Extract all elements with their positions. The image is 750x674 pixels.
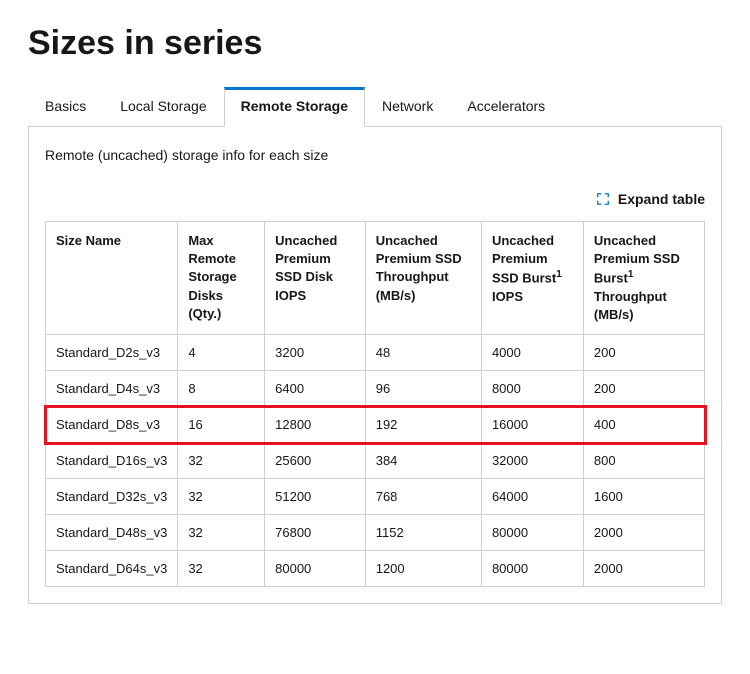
cell-tp: 1200 bbox=[365, 551, 481, 587]
cell-tp: 48 bbox=[365, 335, 481, 371]
panel-description: Remote (uncached) storage info for each … bbox=[45, 147, 705, 163]
expand-table-button[interactable]: Expand table bbox=[45, 191, 705, 207]
tab-accelerators[interactable]: Accelerators bbox=[450, 87, 562, 126]
cell-tp: 96 bbox=[365, 371, 481, 407]
cell-disks: 8 bbox=[178, 371, 265, 407]
cell-iops: 12800 bbox=[265, 407, 366, 443]
cell-disks: 32 bbox=[178, 479, 265, 515]
tab-panel: Remote (uncached) storage info for each … bbox=[28, 127, 722, 604]
tab-network[interactable]: Network bbox=[365, 87, 450, 126]
col-size-name: Size Name bbox=[46, 222, 178, 335]
cell-iops: 25600 bbox=[265, 443, 366, 479]
table-row: Standard_D8s_v3161280019216000400 bbox=[46, 407, 705, 443]
cell-btp: 2000 bbox=[583, 551, 704, 587]
cell-btp: 400 bbox=[583, 407, 704, 443]
cell-size: Standard_D32s_v3 bbox=[46, 479, 178, 515]
table-row: Standard_D4s_v386400968000200 bbox=[46, 371, 705, 407]
cell-btp: 2000 bbox=[583, 515, 704, 551]
cell-disks: 32 bbox=[178, 443, 265, 479]
col-iops: Uncached Premium SSD Disk IOPS bbox=[265, 222, 366, 335]
table-row: Standard_D32s_v33251200768640001600 bbox=[46, 479, 705, 515]
cell-btp: 200 bbox=[583, 335, 704, 371]
cell-iops: 51200 bbox=[265, 479, 366, 515]
col-burst-iops: Uncached Premium SSD Burst1 IOPS bbox=[481, 222, 583, 335]
cell-disks: 16 bbox=[178, 407, 265, 443]
tabs-bar: Basics Local Storage Remote Storage Netw… bbox=[28, 87, 722, 127]
page-title: Sizes in series bbox=[28, 24, 722, 63]
cell-tp: 768 bbox=[365, 479, 481, 515]
cell-size: Standard_D48s_v3 bbox=[46, 515, 178, 551]
expand-table-label: Expand table bbox=[618, 191, 705, 207]
cell-iops: 6400 bbox=[265, 371, 366, 407]
table-header-row: Size Name Max Remote Storage Disks (Qty.… bbox=[46, 222, 705, 335]
cell-disks: 32 bbox=[178, 551, 265, 587]
cell-tp: 192 bbox=[365, 407, 481, 443]
table-row: Standard_D64s_v332800001200800002000 bbox=[46, 551, 705, 587]
cell-tp: 384 bbox=[365, 443, 481, 479]
cell-tp: 1152 bbox=[365, 515, 481, 551]
cell-biops: 8000 bbox=[481, 371, 583, 407]
cell-iops: 80000 bbox=[265, 551, 366, 587]
tab-remote-storage[interactable]: Remote Storage bbox=[224, 87, 365, 127]
table-row: Standard_D48s_v332768001152800002000 bbox=[46, 515, 705, 551]
cell-iops: 3200 bbox=[265, 335, 366, 371]
col-burst-throughput: Uncached Premium SSD Burst1 Throughput (… bbox=[583, 222, 704, 335]
sizes-table: Size Name Max Remote Storage Disks (Qty.… bbox=[45, 221, 705, 587]
table-row: Standard_D2s_v343200484000200 bbox=[46, 335, 705, 371]
tab-basics[interactable]: Basics bbox=[28, 87, 103, 126]
cell-size: Standard_D4s_v3 bbox=[46, 371, 178, 407]
cell-biops: 4000 bbox=[481, 335, 583, 371]
cell-biops: 16000 bbox=[481, 407, 583, 443]
cell-biops: 80000 bbox=[481, 515, 583, 551]
cell-biops: 32000 bbox=[481, 443, 583, 479]
col-throughput: Uncached Premium SSD Throughput (MB/s) bbox=[365, 222, 481, 335]
cell-biops: 64000 bbox=[481, 479, 583, 515]
cell-disks: 4 bbox=[178, 335, 265, 371]
cell-btp: 1600 bbox=[583, 479, 704, 515]
cell-size: Standard_D64s_v3 bbox=[46, 551, 178, 587]
col-max-disks: Max Remote Storage Disks (Qty.) bbox=[178, 222, 265, 335]
cell-size: Standard_D8s_v3 bbox=[46, 407, 178, 443]
table-row: Standard_D16s_v3322560038432000800 bbox=[46, 443, 705, 479]
cell-btp: 200 bbox=[583, 371, 704, 407]
cell-iops: 76800 bbox=[265, 515, 366, 551]
cell-size: Standard_D2s_v3 bbox=[46, 335, 178, 371]
cell-size: Standard_D16s_v3 bbox=[46, 443, 178, 479]
expand-icon bbox=[596, 192, 610, 206]
cell-disks: 32 bbox=[178, 515, 265, 551]
cell-biops: 80000 bbox=[481, 551, 583, 587]
cell-btp: 800 bbox=[583, 443, 704, 479]
tab-local-storage[interactable]: Local Storage bbox=[103, 87, 223, 126]
